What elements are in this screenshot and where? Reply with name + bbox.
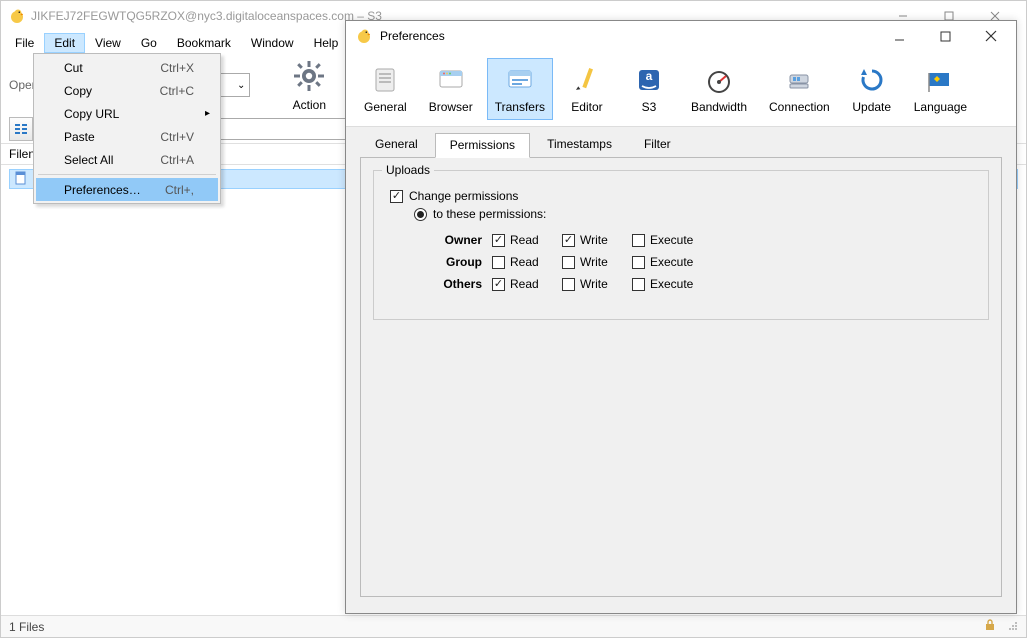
preferences-dialog: Preferences General Browser Transfers Ed…	[345, 20, 1017, 614]
uploads-legend: Uploads	[382, 163, 434, 177]
perm-group-label: Group	[432, 255, 482, 269]
lock-icon	[984, 619, 996, 634]
transfers-icon	[504, 64, 536, 96]
action-label: Action	[293, 98, 326, 112]
maximize-button[interactable]	[930, 21, 960, 51]
menu-go[interactable]: Go	[131, 33, 167, 53]
chevron-right-icon: ▸	[205, 108, 210, 119]
change-permissions-checkbox[interactable]	[390, 190, 403, 203]
preferences-category-bar: General Browser Transfers Editor a S3 Ba…	[346, 51, 1016, 127]
gear-icon	[292, 59, 326, 96]
perm-owner-label: Owner	[432, 233, 482, 247]
s3-icon: a	[633, 64, 665, 96]
category-language[interactable]: Language	[906, 58, 975, 120]
connection-icon	[783, 64, 815, 96]
window-title: JIKFEJ72FEGWTQG5RZOX@nyc3.digitaloceansp…	[31, 9, 382, 23]
uploads-group: Uploads Change permissions to these perm…	[373, 170, 989, 320]
menu-item-preferences[interactable]: Preferences… Ctrl+,	[36, 178, 218, 201]
permissions-tab-content: Uploads Change permissions to these perm…	[360, 157, 1002, 597]
file-icon	[14, 171, 28, 188]
bandwidth-icon	[703, 64, 735, 96]
preferences-titlebar: Preferences	[346, 21, 1016, 51]
menu-item-select-all[interactable]: Select All Ctrl+A	[36, 148, 218, 171]
others-execute-checkbox[interactable]	[632, 278, 645, 291]
dialog-title: Preferences	[380, 29, 445, 43]
menu-item-copy[interactable]: Copy Ctrl+C	[36, 79, 218, 102]
minimize-button[interactable]	[884, 21, 914, 51]
general-icon	[369, 64, 401, 96]
tab-filter[interactable]: Filter	[629, 132, 686, 157]
update-icon	[856, 64, 888, 96]
app-icon	[9, 8, 25, 24]
app-icon	[356, 28, 372, 44]
to-these-permissions-radio[interactable]	[414, 208, 427, 221]
menu-item-copy-url[interactable]: Copy URL ▸	[36, 102, 218, 125]
category-update[interactable]: Update	[844, 58, 900, 120]
transfers-tab-row: General Permissions Timestamps Filter	[346, 127, 1016, 157]
action-button[interactable]: Action	[284, 57, 334, 114]
group-read-checkbox[interactable]	[492, 256, 505, 269]
others-write-checkbox[interactable]	[562, 278, 575, 291]
menu-item-cut[interactable]: Cut Ctrl+X	[36, 56, 218, 79]
category-editor[interactable]: Editor	[559, 58, 615, 120]
menu-window[interactable]: Window	[241, 33, 304, 53]
owner-read-checkbox[interactable]	[492, 234, 505, 247]
category-bandwidth[interactable]: Bandwidth	[683, 58, 755, 120]
owner-execute-checkbox[interactable]	[632, 234, 645, 247]
perm-others-label: Others	[432, 277, 482, 291]
menu-item-paste[interactable]: Paste Ctrl+V	[36, 125, 218, 148]
outline-view-button[interactable]	[9, 117, 33, 141]
language-icon	[924, 64, 956, 96]
permissions-grid: Owner Read Write Execute Group Read Writ…	[432, 229, 976, 295]
category-transfers[interactable]: Transfers	[487, 58, 553, 120]
change-permissions-label: Change permissions	[409, 189, 518, 203]
menu-file[interactable]: File	[5, 33, 44, 53]
group-write-checkbox[interactable]	[562, 256, 575, 269]
category-s3[interactable]: a S3	[621, 58, 677, 120]
others-read-checkbox[interactable]	[492, 278, 505, 291]
menu-edit[interactable]: Edit	[44, 33, 85, 53]
editor-icon	[571, 64, 603, 96]
tab-timestamps[interactable]: Timestamps	[532, 132, 627, 157]
menu-bookmark[interactable]: Bookmark	[167, 33, 241, 53]
menu-help[interactable]: Help	[304, 33, 349, 53]
menu-separator	[38, 174, 216, 175]
menu-view[interactable]: View	[85, 33, 131, 53]
group-execute-checkbox[interactable]	[632, 256, 645, 269]
statusbar-text: 1 Files	[9, 620, 44, 634]
owner-write-checkbox[interactable]	[562, 234, 575, 247]
svg-text:a: a	[646, 69, 653, 83]
close-button[interactable]	[976, 21, 1006, 51]
column-filename: Filen	[9, 147, 35, 161]
browser-icon	[435, 64, 467, 96]
edit-menu-dropdown: Cut Ctrl+X Copy Ctrl+C Copy URL ▸ Paste …	[33, 53, 221, 204]
category-browser[interactable]: Browser	[421, 58, 481, 120]
category-connection[interactable]: Connection	[761, 58, 838, 120]
tab-permissions[interactable]: Permissions	[435, 133, 530, 158]
statusbar: 1 Files	[1, 615, 1026, 637]
tab-general[interactable]: General	[360, 132, 433, 157]
resize-grip-icon	[1006, 619, 1018, 634]
category-general[interactable]: General	[356, 58, 415, 120]
to-these-permissions-label: to these permissions:	[433, 207, 546, 221]
